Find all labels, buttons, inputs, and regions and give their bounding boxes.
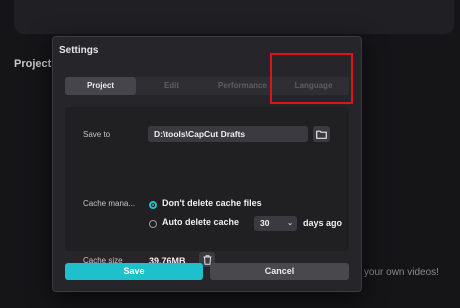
tab-performance[interactable]: Performance (207, 77, 278, 95)
background-tagline: ng your own videos! (350, 267, 439, 278)
settings-dialog: Settings Project Edit Performance Langua… (52, 36, 362, 292)
cache-days-value: 30 (260, 218, 270, 228)
dont-delete-cache-radio[interactable] (149, 201, 157, 209)
dialog-title: Settings (59, 45, 99, 56)
chevron-down-icon: ⌄ (287, 220, 293, 227)
save-path-field[interactable]: D:\tools\CapCut Drafts (148, 126, 308, 142)
save-to-label: Save to (83, 130, 111, 139)
tab-edit[interactable]: Edit (136, 77, 207, 95)
cancel-button[interactable]: Cancel (210, 263, 349, 280)
settings-tabs: Project Edit Performance Language (65, 77, 349, 95)
dont-delete-cache-label[interactable]: Don't delete cache files (162, 198, 262, 208)
auto-delete-cache-label[interactable]: Auto delete cache (162, 217, 239, 227)
cache-days-select[interactable]: 30 ⌄ (254, 216, 297, 231)
tab-language[interactable]: Language (278, 77, 349, 95)
days-ago-label: days ago (303, 218, 343, 228)
background-card (14, 0, 454, 34)
folder-icon (316, 130, 327, 139)
projects-heading: Projects (14, 58, 58, 70)
browse-folder-button[interactable] (313, 126, 330, 142)
save-button[interactable]: Save (65, 263, 203, 280)
cache-management-label: Cache mana... (83, 199, 136, 208)
project-settings-panel: Save to D:\tools\CapCut Drafts Cache man… (65, 107, 349, 267)
tab-project[interactable]: Project (65, 77, 136, 95)
auto-delete-cache-radio[interactable] (149, 220, 157, 228)
